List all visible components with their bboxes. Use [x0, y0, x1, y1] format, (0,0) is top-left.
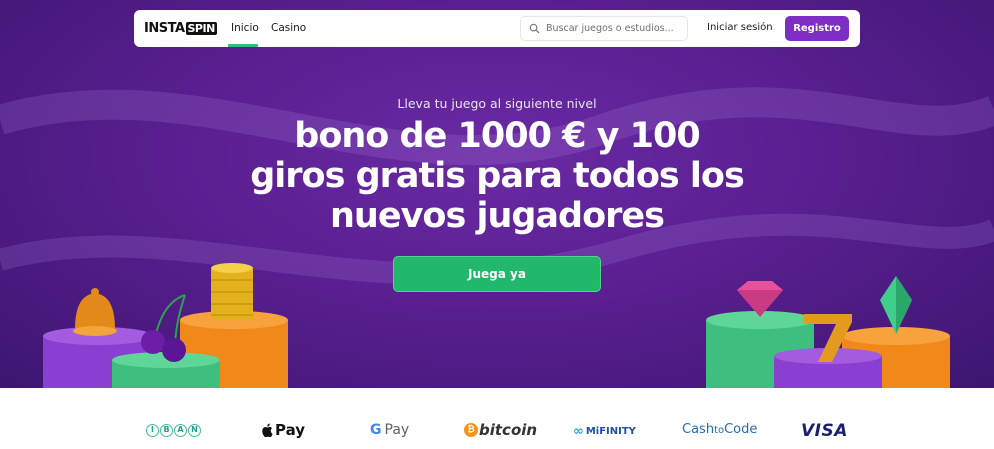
green-gem-icon: [880, 276, 912, 334]
google-pay-logo: G Pay: [370, 422, 410, 438]
bitcoin-logo: ₿ bitcoin: [464, 421, 537, 439]
payment-methods-strip: I B A N Pay G Pay ₿ bitcoin ∞ MiFINITY Cash…: [0, 388, 994, 449]
search-box[interactable]: [520, 16, 688, 41]
bell-icon: [73, 288, 117, 336]
apple-icon: [262, 423, 273, 437]
iban-logo: I B A N: [146, 421, 201, 439]
cashtocode-logo: CashtoCode: [682, 422, 758, 437]
cherries-icon: [141, 294, 186, 362]
mifinity-logo: ∞ MiFINITY: [573, 424, 636, 439]
hero-subtitle: Lleva tu juego al siguiente nivel: [397, 96, 597, 111]
search-input[interactable]: [546, 23, 686, 34]
visa-logo: VISA: [801, 421, 848, 441]
hero-banner: Lleva tu juego al siguiente nivel bono d…: [0, 0, 994, 388]
register-button[interactable]: Registro: [785, 16, 849, 41]
apple-pay-logo: Pay: [261, 421, 305, 439]
active-tab-indicator: [228, 44, 258, 47]
coin-stack-icon: [211, 263, 253, 320]
nav-link-casino[interactable]: Casino: [271, 22, 306, 34]
nav-link-inicio[interactable]: Inicio: [231, 22, 259, 34]
infinity-icon: ∞: [573, 424, 584, 439]
instaspin-logo[interactable]: INSTA SPIN: [144, 21, 217, 36]
hero-headline: bono de 1000 € y 100 giros gratis para t…: [250, 116, 745, 236]
bitcoin-icon: ₿: [464, 423, 478, 437]
play-now-button[interactable]: Juega ya: [393, 256, 601, 292]
top-navbar: INSTASPIN Inicio Casino Iniciar sesión R…: [134, 10, 860, 47]
search-icon: [529, 23, 540, 34]
login-link[interactable]: Iniciar sesión: [707, 22, 773, 33]
